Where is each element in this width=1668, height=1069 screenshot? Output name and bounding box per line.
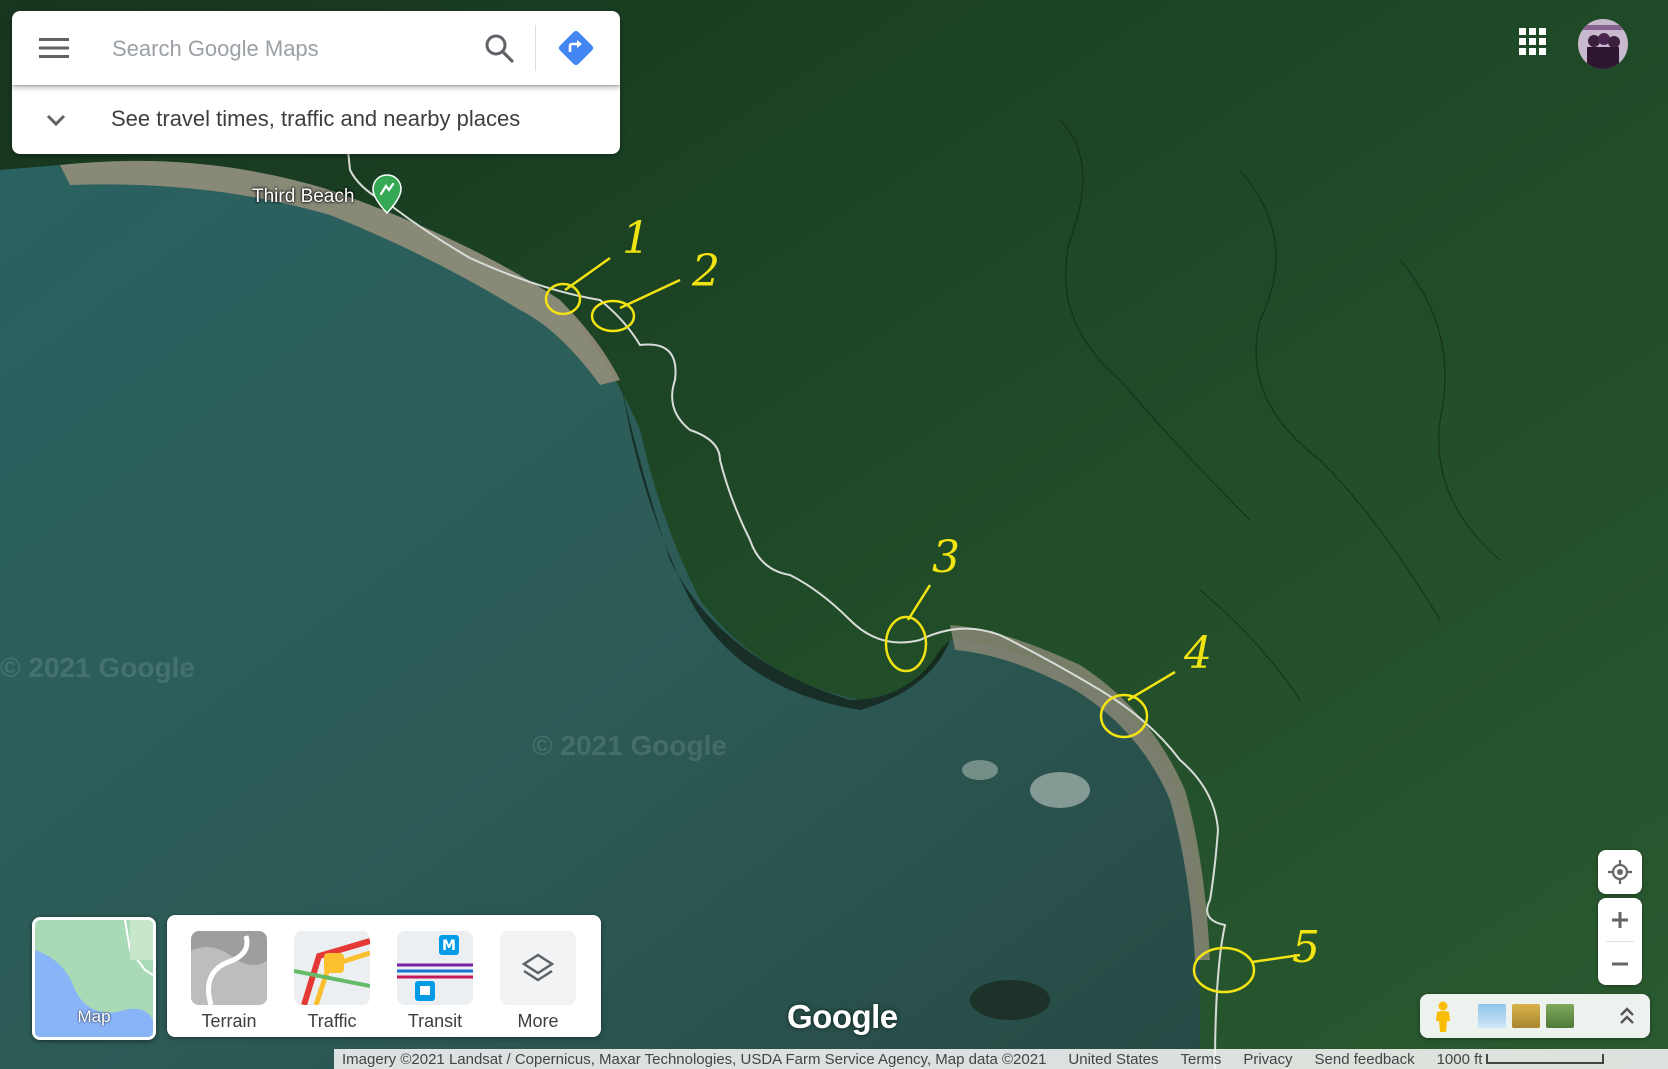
layers-panel: Terrain Traffic M Transit More [167,915,601,1037]
apps-button[interactable] [1515,24,1551,60]
directions-icon [558,30,594,66]
layer-transit[interactable]: M Transit [397,931,473,1032]
imagery-thumbnail[interactable] [1546,1004,1574,1028]
map-watermark: © 2021 Google [532,730,727,761]
menu-button[interactable] [26,24,82,72]
terms-link[interactable]: Terms [1180,1051,1221,1068]
terrain-thumbnail [191,931,267,1005]
annotation-number-5: 5 [1292,922,1320,973]
attribution-bar: Imagery ©2021 Landsat / Copernicus, Maxa… [334,1049,1668,1069]
place-label-third-beach[interactable]: Third Beach [252,186,354,208]
map-watermark: © 2021 Google [0,652,195,683]
minus-icon [1612,962,1628,965]
search-button[interactable] [472,24,526,72]
transit-thumbnail: M [397,931,473,1005]
send-feedback-link[interactable]: Send feedback [1315,1051,1415,1068]
chevron-down-icon [46,114,66,127]
travel-hint-text: See travel times, traffic and nearby pla… [111,106,521,131]
layer-more-label: More [517,1011,559,1031]
account-avatar-image [1578,19,1628,69]
layer-transit-label: Transit [407,1011,463,1031]
map-type-toggle[interactable]: Map [32,917,156,1040]
search-icon [485,34,514,63]
zoom-in-button[interactable] [1598,898,1642,941]
expand-button[interactable] [36,96,76,144]
privacy-link[interactable]: Privacy [1243,1051,1292,1068]
sea-rock [970,980,1050,1020]
hamburger-menu-icon [39,38,69,58]
apps-grid-icon [1519,28,1546,55]
my-location-button[interactable] [1598,850,1642,894]
imagery-thumbnail[interactable] [1512,1004,1540,1028]
surf-foam [1030,772,1090,808]
annotation-number-3: 3 [932,532,960,583]
layers-icon [500,931,576,1005]
layer-more[interactable]: More [500,931,576,1032]
my-location-icon [1608,860,1632,884]
traffic-thumbnail [294,931,370,1005]
surf-foam [962,760,998,780]
layer-terrain-label: Terrain [201,1011,257,1031]
search-input[interactable] [110,29,444,69]
layer-traffic[interactable]: Traffic [294,931,370,1032]
plus-icon [1612,911,1628,928]
hiking-pin-icon[interactable] [372,174,402,214]
avatar[interactable] [1578,19,1628,69]
pegman-icon[interactable] [1432,1001,1454,1033]
zoom-out-button[interactable] [1598,942,1642,985]
region-link[interactable]: United States [1068,1051,1158,1068]
map-type-label: Map [77,1007,111,1026]
scale-bar [1486,1054,1605,1064]
google-logo: Google [787,998,898,1035]
layer-terrain[interactable]: Terrain [191,931,267,1032]
street-view-strip [1420,994,1650,1038]
svg-text:M: M [442,938,456,954]
double-chevron-up-icon [1620,1007,1634,1024]
satellite-map[interactable] [0,0,1668,1069]
scale-label[interactable]: 1000 ft [1437,1051,1483,1068]
layer-traffic-label: Traffic [307,1011,357,1031]
directions-button[interactable] [548,24,604,72]
travel-times-bar[interactable]: See travel times, traffic and nearby pla… [12,85,620,154]
annotation-number-2: 2 [692,246,720,297]
zoom-controls [1598,898,1642,985]
search-box [12,11,620,85]
imagery-thumbnail[interactable] [1478,1004,1506,1028]
annotation-number-1: 1 [622,213,650,264]
imagery-credit: Imagery ©2021 Landsat / Copernicus, Maxa… [342,1050,1047,1068]
collapse-button[interactable] [1612,1002,1642,1030]
search-divider [535,25,536,71]
annotation-number-4: 4 [1184,628,1212,679]
